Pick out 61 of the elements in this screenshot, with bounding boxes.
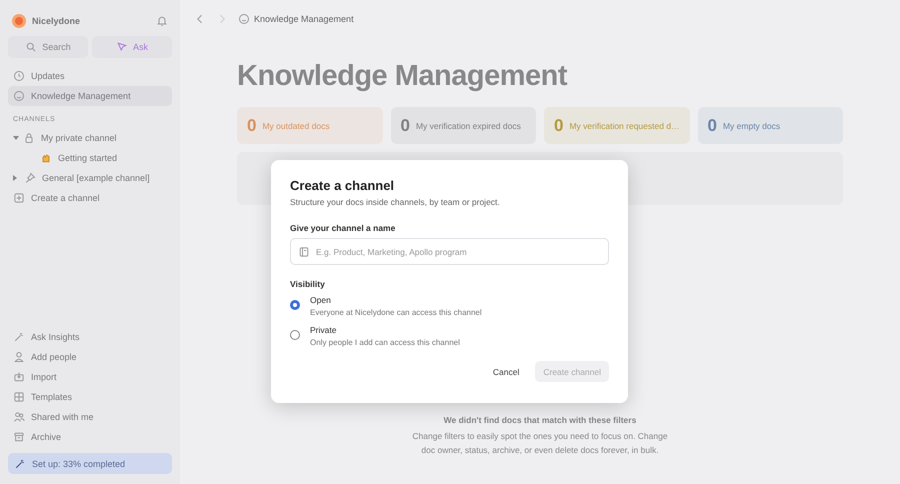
sidebar-item[interactable]: Shared with me <box>8 407 172 427</box>
logo-icon <box>12 14 26 28</box>
option-label: Open <box>310 294 332 307</box>
breadcrumb-link[interactable]: Knowledge Management <box>254 14 354 24</box>
dialog-subtitle: Structure your docs inside channels, by team or project. <box>290 197 501 207</box>
option-label: Private <box>310 324 338 337</box>
create-channel-link[interactable]: Create a channel <box>8 188 172 208</box>
stat-label: My empty docs <box>722 120 780 130</box>
lock-icon <box>23 132 35 144</box>
stat-count: 0 <box>400 116 410 136</box>
bell-icon <box>156 15 168 27</box>
sidebar-item[interactable]: Templates <box>8 387 172 407</box>
wand-icon <box>13 331 25 343</box>
sidebar-item[interactable]: Ask Insights <box>8 327 172 347</box>
import-icon <box>13 371 25 383</box>
option-description: Everyone at Nicelydone can access this channel <box>310 307 482 319</box>
stat-label: My verification requested d… <box>569 120 680 130</box>
stat-count: 0 <box>554 116 564 136</box>
stat-label: My outdated docs <box>262 120 330 130</box>
smiley-icon <box>238 13 250 25</box>
sidebar-item[interactable]: Updates <box>8 66 172 86</box>
stat-label: My verification expired docs <box>416 120 521 130</box>
notebook-icon <box>298 246 310 258</box>
search-button[interactable]: Search <box>8 36 88 58</box>
stat-count: 0 <box>247 116 256 136</box>
people-icon <box>13 411 25 423</box>
empty-state-text: Change filters to easily spot the ones you need to focus on. Change doc owner, status, archive, or even delete docs forever, in bulk. <box>411 430 669 457</box>
grid-icon <box>13 391 25 403</box>
sidebar-item[interactable]: Knowledge Management <box>8 86 172 106</box>
cancel-button[interactable]: Cancel <box>484 361 528 382</box>
plus-box-icon <box>13 192 25 204</box>
sidebar-item[interactable]: Add people <box>8 347 172 367</box>
empty-state-title: We didn't find docs that match with these filters <box>442 415 638 425</box>
radio-button[interactable] <box>290 330 300 340</box>
archive-box-icon <box>13 431 25 443</box>
stat-card[interactable]: 0 My empty docs <box>698 107 843 144</box>
setup-progress-button[interactable]: Set up: 33% completed <box>8 453 172 474</box>
stat-count: 0 <box>708 116 717 136</box>
stat-card[interactable]: 0 My verification expired docs <box>390 107 536 144</box>
option-description: Only people I add can access this channel <box>310 337 460 349</box>
workspace-name[interactable]: Nicelydone <box>32 16 150 26</box>
field-label: Give your channel a name <box>290 223 396 233</box>
pin-icon <box>24 172 36 184</box>
channel-item[interactable]: General [example channel] <box>8 168 172 188</box>
stat-card[interactable]: 0 My outdated docs <box>237 107 382 144</box>
field-label: Visibility <box>290 279 326 289</box>
ask-button[interactable]: Ask <box>92 36 172 58</box>
wand-icon <box>14 458 26 470</box>
clock-icon <box>13 70 25 82</box>
person-icon <box>13 351 25 363</box>
radio-button[interactable] <box>290 300 300 310</box>
dialog-title: Create a channel <box>290 178 396 193</box>
stat-card[interactable]: 0 My verification requested d… <box>544 107 690 144</box>
search-icon <box>25 41 38 53</box>
channel-item[interactable]: My private channel <box>8 128 172 148</box>
sidebar-item[interactable]: Import <box>8 367 172 387</box>
sidebar-item[interactable]: Archive <box>8 427 172 447</box>
channel-name-field[interactable]: E.g. Product, Marketing, Apollo program <box>290 238 609 265</box>
smiley-icon <box>13 90 25 102</box>
channel-item[interactable]: Getting started <box>8 148 172 168</box>
page-title: Knowledge Management <box>237 60 568 93</box>
